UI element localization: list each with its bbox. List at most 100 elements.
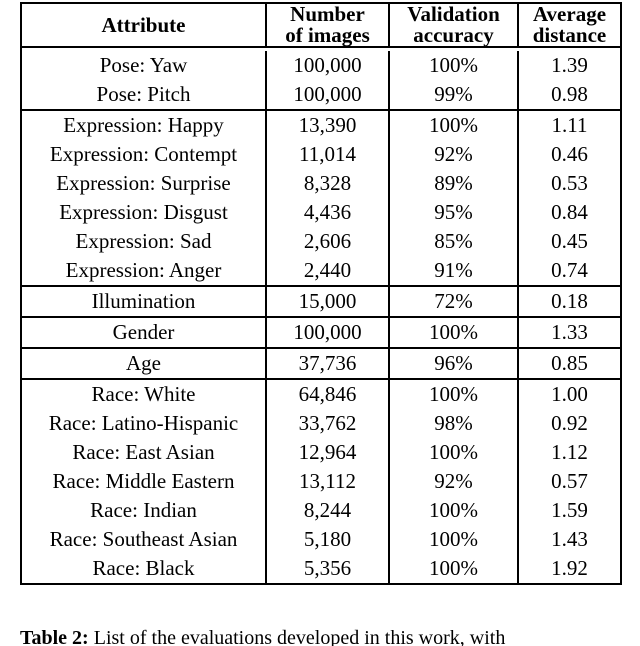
table-row: Expression: Disgust 4,436 95% 0.84: [20, 198, 622, 227]
cell-number-of-images: 37,736: [265, 347, 390, 379]
cell-validation-accuracy: 100%: [388, 316, 519, 348]
cell-validation-accuracy: 100%: [388, 378, 519, 409]
cell-number-of-images: 11,014: [265, 140, 390, 169]
cell-attribute: Race: Indian: [20, 496, 267, 525]
cell-attribute: Expression: Disgust: [20, 198, 267, 227]
cell-attribute: Illumination: [20, 285, 267, 317]
column-header-number-of-images: Number of images: [265, 2, 390, 48]
cell-number-of-images: 13,112: [265, 467, 390, 496]
table-header: Attribute Number of images Validation ac…: [20, 2, 622, 48]
cell-attribute: Expression: Anger: [20, 256, 267, 286]
table-row: Pose: Yaw 100,000 100% 1.39: [20, 51, 622, 80]
cell-attribute: Race: Southeast Asian: [20, 525, 267, 554]
table-header-row: Attribute Number of images Validation ac…: [20, 2, 622, 48]
table-row: Race: Black 5,356 100% 1.92: [20, 554, 622, 584]
column-header-validation-accuracy-line-1: Validation: [407, 2, 500, 26]
cell-number-of-images: 33,762: [265, 409, 390, 438]
cell-average-distance: 1.43: [517, 525, 622, 554]
cell-average-distance: 1.33: [517, 316, 622, 348]
cell-attribute: Pose: Yaw: [20, 51, 267, 80]
column-header-number-of-images-line-1: Number: [290, 2, 365, 26]
cell-validation-accuracy: 100%: [388, 496, 519, 525]
column-header-average-distance-line-2: distance: [532, 23, 607, 47]
cell-average-distance: 1.39: [517, 51, 622, 80]
cell-attribute: Expression: Happy: [20, 109, 267, 140]
cell-average-distance: 0.57: [517, 467, 622, 496]
column-header-validation-accuracy-line-2: accuracy: [413, 23, 494, 47]
table-row: Race: East Asian 12,964 100% 1.12: [20, 438, 622, 467]
cell-validation-accuracy: 92%: [388, 140, 519, 169]
cell-number-of-images: 5,180: [265, 525, 390, 554]
cell-number-of-images: 13,390: [265, 109, 390, 140]
table-row: Gender 100,000 100% 1.33: [20, 316, 622, 348]
cell-number-of-images: 100,000: [265, 316, 390, 348]
table-row: Race: Southeast Asian 5,180 100% 1.43: [20, 525, 622, 554]
cell-validation-accuracy: 98%: [388, 409, 519, 438]
cell-attribute: Expression: Sad: [20, 227, 267, 256]
cell-average-distance: 1.59: [517, 496, 622, 525]
cell-number-of-images: 2,440: [265, 256, 390, 286]
cell-attribute: Race: Latino-Hispanic: [20, 409, 267, 438]
cell-number-of-images: 64,846: [265, 378, 390, 409]
cell-attribute: Gender: [20, 316, 267, 348]
cell-validation-accuracy: 100%: [388, 438, 519, 467]
cell-validation-accuracy: 91%: [388, 256, 519, 286]
table-row: Race: Middle Eastern 13,112 92% 0.57: [20, 467, 622, 496]
cell-number-of-images: 2,606: [265, 227, 390, 256]
cell-number-of-images: 8,328: [265, 169, 390, 198]
column-header-attribute: Attribute: [20, 3, 267, 48]
table-row: Age 37,736 96% 0.85: [20, 347, 622, 379]
cell-validation-accuracy: 72%: [388, 285, 519, 317]
cell-average-distance: 0.18: [517, 285, 622, 317]
cell-validation-accuracy: 99%: [388, 80, 519, 110]
cell-attribute: Race: East Asian: [20, 438, 267, 467]
results-table-container: Attribute Number of images Validation ac…: [20, 2, 622, 585]
cell-number-of-images: 100,000: [265, 51, 390, 80]
cell-average-distance: 0.74: [517, 256, 622, 286]
cell-attribute: Race: Black: [20, 554, 267, 584]
cell-attribute: Race: Middle Eastern: [20, 467, 267, 496]
cell-average-distance: 0.45: [517, 227, 622, 256]
cell-number-of-images: 8,244: [265, 496, 390, 525]
table-row: Pose: Pitch 100,000 99% 0.98: [20, 80, 622, 110]
page-root: Attribute Number of images Validation ac…: [0, 0, 640, 646]
cell-number-of-images: 100,000: [265, 80, 390, 110]
results-table: Attribute Number of images Validation ac…: [20, 2, 622, 585]
cell-number-of-images: 12,964: [265, 438, 390, 467]
cell-average-distance: 1.11: [517, 109, 622, 140]
cell-average-distance: 0.85: [517, 347, 622, 379]
cell-average-distance: 1.92: [517, 554, 622, 584]
table-row: Expression: Anger 2,440 91% 0.74: [20, 256, 622, 286]
table-body: Pose: Yaw 100,000 100% 1.39 Pose: Pitch 100,0…: [20, 46, 622, 584]
cell-validation-accuracy: 100%: [388, 109, 519, 140]
table-caption-label: Table 2:: [20, 627, 89, 646]
cell-average-distance: 1.00: [517, 378, 622, 409]
table-row: Race: Latino-Hispanic 33,762 98% 0.92: [20, 409, 622, 438]
table-row: Expression: Happy 13,390 100% 1.11: [20, 109, 622, 140]
cell-average-distance: 0.46: [517, 140, 622, 169]
column-header-number-of-images-line-2: of images: [285, 23, 370, 47]
column-header-average-distance-line-1: Average: [532, 2, 607, 26]
cell-average-distance: 0.92: [517, 409, 622, 438]
cell-number-of-images: 4,436: [265, 198, 390, 227]
table-row: Expression: Contempt 11,014 92% 0.46: [20, 140, 622, 169]
table-row: Race: White 64,846 100% 1.00: [20, 378, 622, 409]
table-row: Race: Indian 8,244 100% 1.59: [20, 496, 622, 525]
cell-number-of-images: 5,356: [265, 554, 390, 584]
table-caption-text: List of the evaluations developed in thi…: [93, 627, 506, 646]
table-row: Illumination 15,000 72% 0.18: [20, 285, 622, 317]
cell-validation-accuracy: 85%: [388, 227, 519, 256]
cell-validation-accuracy: 100%: [388, 51, 519, 80]
column-header-average-distance: Average distance: [517, 2, 622, 48]
table-row: Expression: Surprise 8,328 89% 0.53: [20, 169, 622, 198]
cell-validation-accuracy: 96%: [388, 347, 519, 379]
cell-attribute: Race: White: [20, 378, 267, 409]
cell-attribute: Pose: Pitch: [20, 80, 267, 110]
column-header-attribute-line-1: Attribute: [101, 12, 186, 37]
cell-average-distance: 0.53: [517, 169, 622, 198]
cell-average-distance: 0.98: [517, 80, 622, 110]
cell-validation-accuracy: 100%: [388, 525, 519, 554]
cell-validation-accuracy: 100%: [388, 554, 519, 584]
cell-average-distance: 0.84: [517, 198, 622, 227]
cell-number-of-images: 15,000: [265, 285, 390, 317]
